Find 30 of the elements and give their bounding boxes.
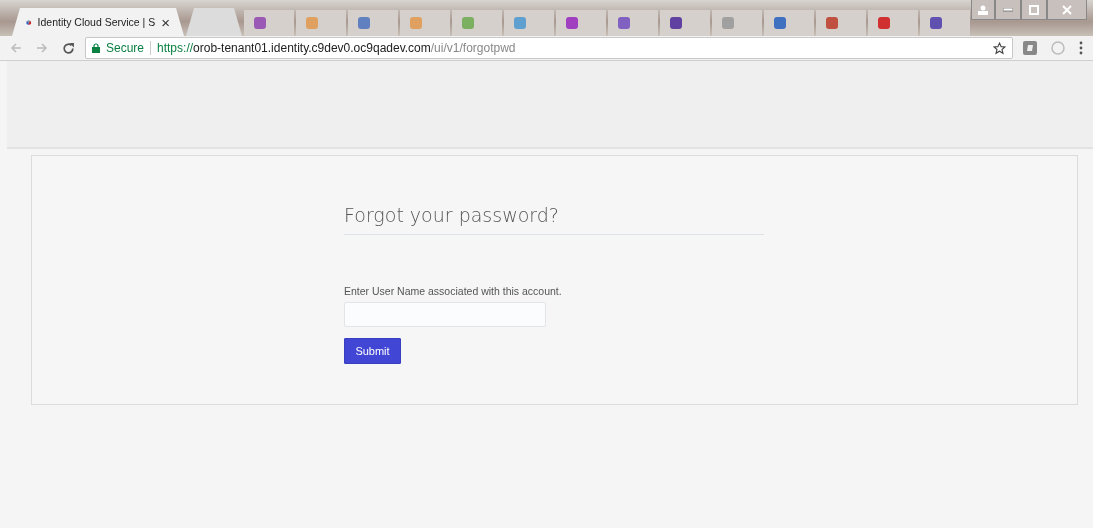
lock-icon	[92, 43, 100, 53]
blurred-tab[interactable]	[608, 10, 658, 36]
blurred-tab[interactable]	[816, 10, 866, 36]
close-tab-button[interactable]: ×	[161, 14, 170, 30]
submit-button[interactable]: Submit	[344, 338, 401, 364]
browser-tab[interactable]	[186, 8, 242, 36]
blurred-tab[interactable]	[868, 10, 918, 36]
field-label: Enter User Name associated with this account.	[344, 285, 563, 297]
close-window-button[interactable]	[1047, 0, 1087, 20]
profile-button[interactable]	[971, 0, 995, 20]
tab-title: Identity Cloud Service | S	[37, 16, 156, 28]
blurred-tab[interactable]	[764, 10, 814, 36]
blurred-tab[interactable]	[660, 10, 710, 36]
page-title: Forgot your password?	[344, 204, 764, 235]
person-icon	[977, 4, 989, 15]
blurred-tab[interactable]	[556, 10, 606, 36]
blurred-tab[interactable]	[348, 10, 398, 36]
minimize-icon	[1003, 7, 1013, 12]
url-text: https://orob-tenant01.identity.c9dev0.oc9qadev.com/ui/v1/forgotpwd	[157, 41, 517, 55]
restore-icon	[1029, 4, 1039, 15]
secure-label: Secure	[106, 41, 145, 55]
close-icon	[1062, 4, 1072, 15]
username-field[interactable]	[344, 302, 546, 327]
address-bar[interactable]: Secure https://orob-tenant01.identity.c9dev0.oc9qadev.com/ui/v1/forgotpwd	[85, 37, 1013, 59]
blurred-tab[interactable]	[920, 10, 970, 36]
restore-button[interactable]	[1021, 0, 1047, 20]
browser-tab[interactable]: Identity Cloud Service | S ×	[12, 8, 184, 36]
minimize-button[interactable]	[995, 0, 1021, 20]
blurred-tab[interactable]	[244, 10, 294, 36]
star-icon[interactable]	[993, 41, 1006, 55]
